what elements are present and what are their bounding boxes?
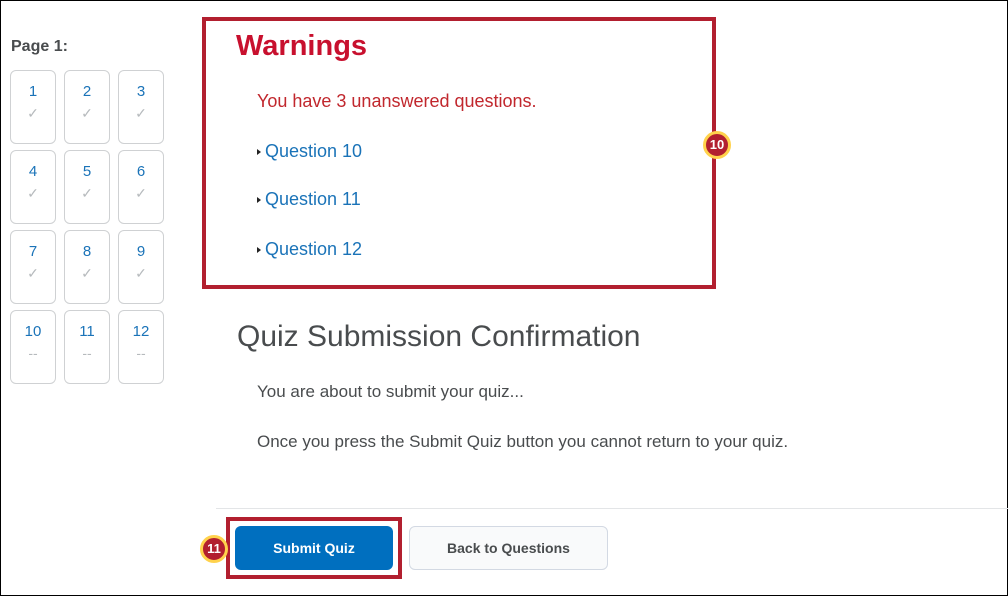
answered-check-icon: ✓ — [81, 265, 93, 281]
answered-check-icon: ✓ — [27, 185, 39, 201]
question-number: 10 — [24, 323, 42, 340]
question-number: 3 — [136, 83, 146, 100]
question-link-label: Question 11 — [265, 189, 361, 209]
question-button-8[interactable]: 8 ✓ — [64, 230, 110, 304]
warnings-title: Warnings — [236, 30, 368, 62]
answered-check-icon: ✓ — [135, 185, 147, 201]
question-number: 9 — [136, 243, 146, 260]
question-button-10[interactable]: 10 -- — [10, 310, 56, 384]
question-button-1[interactable]: 1 ✓ — [10, 70, 56, 144]
question-number: 1 — [28, 83, 38, 100]
back-to-questions-button[interactable]: Back to Questions — [409, 526, 608, 570]
warnings-message: You have 3 unanswered questions. — [257, 91, 537, 111]
question-number: 5 — [82, 163, 92, 180]
question-number: 6 — [136, 163, 146, 180]
question-number: 8 — [82, 243, 92, 260]
answered-check-icon: ✓ — [27, 105, 39, 121]
question-button-12[interactable]: 12 -- — [118, 310, 164, 384]
answered-check-icon: ✓ — [81, 185, 93, 201]
confirmation-title: Quiz Submission Confirmation — [237, 320, 641, 353]
question-link-label: Question 12 — [265, 239, 363, 259]
callout-badge-10: 10 — [703, 131, 731, 159]
question-button-5[interactable]: 5 ✓ — [64, 150, 110, 224]
answered-check-icon: ✓ — [135, 105, 147, 121]
question-number: 4 — [28, 163, 38, 180]
question-button-2[interactable]: 2 ✓ — [64, 70, 110, 144]
question-button-6[interactable]: 6 ✓ — [118, 150, 164, 224]
answered-check-icon: ✓ — [135, 265, 147, 281]
unanswered-status: -- — [28, 345, 38, 361]
question-button-3[interactable]: 3 ✓ — [118, 70, 164, 144]
divider — [216, 508, 1008, 509]
page-label: Page 1: — [11, 38, 68, 55]
question-button-4[interactable]: 4 ✓ — [10, 150, 56, 224]
bullet-triangle-icon — [257, 247, 261, 254]
bullet-triangle-icon — [257, 197, 261, 204]
question-number: 2 — [82, 83, 92, 100]
bullet-triangle-icon — [257, 149, 261, 156]
confirmation-line-2: Once you press the Submit Quiz button yo… — [257, 432, 789, 451]
unanswered-status: -- — [136, 345, 146, 361]
question-number: 11 — [79, 323, 95, 340]
question-number: 7 — [28, 243, 38, 260]
question-10-link[interactable]: Question 10 — [257, 141, 362, 162]
answered-check-icon: ✓ — [81, 105, 93, 121]
question-button-7[interactable]: 7 ✓ — [10, 230, 56, 304]
question-number: 12 — [132, 323, 150, 340]
question-button-9[interactable]: 9 ✓ — [118, 230, 164, 304]
question-link-label: Question 10 — [265, 141, 363, 161]
callout-badge-11: 11 — [200, 535, 228, 563]
question-11-link[interactable]: Question 11 — [257, 189, 361, 210]
unanswered-status: -- — [82, 345, 92, 361]
submit-quiz-button[interactable]: Submit Quiz — [235, 526, 393, 570]
question-button-11[interactable]: 11 -- — [64, 310, 110, 384]
question-grid: 1 ✓ 2 ✓ 3 ✓ 4 ✓ 5 ✓ 6 ✓ 7 ✓ 8 ✓ 9 ✓ 10 -… — [10, 70, 166, 384]
answered-check-icon: ✓ — [27, 265, 39, 281]
question-12-link[interactable]: Question 12 — [257, 239, 362, 260]
confirmation-line-1: You are about to submit your quiz... — [257, 382, 524, 401]
